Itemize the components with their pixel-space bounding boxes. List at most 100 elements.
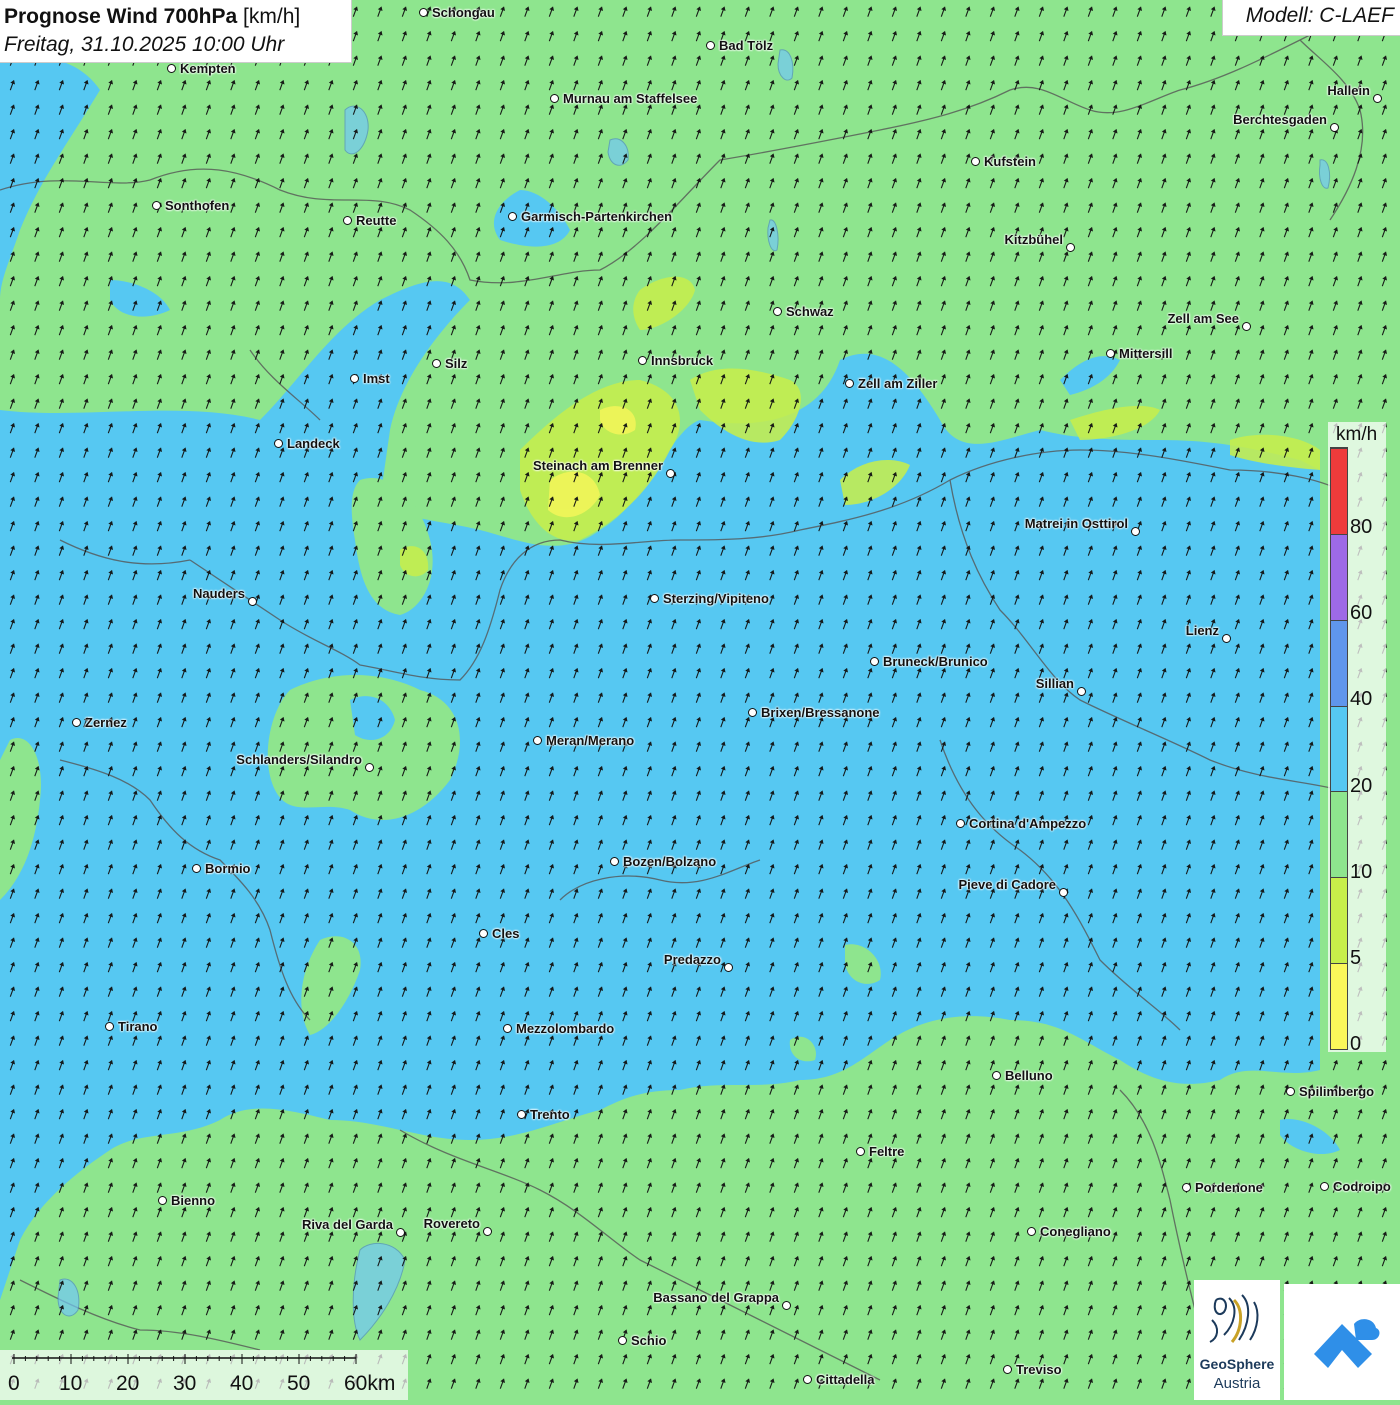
- city-label: Tirano: [118, 1019, 158, 1034]
- city-marker: [650, 594, 659, 603]
- city-label: Schongau: [432, 5, 495, 20]
- city-marker: [803, 1375, 812, 1384]
- city-label: Reutte: [356, 213, 397, 228]
- city-marker: [1222, 634, 1231, 643]
- city-marker: [1330, 123, 1339, 132]
- city-label: Rovereto: [423, 1216, 480, 1231]
- city-label: Spilimbergo: [1299, 1084, 1375, 1099]
- scale-label: 10: [59, 1372, 83, 1395]
- logo-line-2: Austria: [1213, 1375, 1261, 1392]
- city-marker: [1242, 322, 1251, 331]
- city-label: Steinach am Brenner: [532, 458, 663, 473]
- city-label: Cortina d'Ampezzo: [969, 816, 1087, 831]
- city-label: Imst: [363, 371, 390, 386]
- city-label: Mezzolombardo: [516, 1021, 615, 1036]
- city-label: Hallein: [1327, 83, 1370, 98]
- city-label: Pieve di Cadore: [958, 877, 1056, 892]
- city-marker: [1077, 687, 1086, 696]
- city-marker: [72, 718, 81, 727]
- city-marker: [1286, 1087, 1295, 1096]
- city-marker: [350, 374, 359, 383]
- city-marker: [533, 736, 542, 745]
- city-marker: [1373, 94, 1382, 103]
- city-label: Schlanders/Silandro: [236, 752, 362, 767]
- scale-label: 0: [8, 1372, 20, 1395]
- legend-swatch: [1331, 791, 1347, 878]
- legend-swatch: [1331, 963, 1347, 1049]
- title-unit: [km/h]: [243, 5, 301, 28]
- city-marker: [396, 1228, 405, 1237]
- legend-swatch: [1331, 705, 1347, 792]
- city-marker: [503, 1024, 512, 1033]
- city-label: Garmisch-Partenkirchen: [521, 209, 673, 224]
- city-label: Trento: [530, 1107, 570, 1122]
- city-marker: [508, 212, 517, 221]
- city-label: Feltre: [869, 1144, 905, 1159]
- city-label: Bozen/Bolzano: [623, 854, 717, 869]
- city-marker: [1059, 888, 1068, 897]
- city-label: Meran/Merano: [546, 733, 635, 748]
- city-label: Lienz: [1185, 623, 1219, 638]
- city-marker: [956, 819, 965, 828]
- city-label: Berchtesgaden: [1233, 112, 1327, 127]
- city-label: Riva del Garda: [301, 1217, 393, 1232]
- legend-tick-label: 0: [1350, 1033, 1362, 1055]
- city-marker: [550, 94, 559, 103]
- city-label: Kempten: [180, 61, 236, 76]
- title-box: Prognose Wind 700hPa [km/h] Freitag, 31.…: [0, 0, 352, 63]
- city-label: Bad Tölz: [719, 38, 774, 53]
- city-marker: [192, 864, 201, 873]
- city-marker: [1066, 243, 1075, 252]
- city-label: Cles: [492, 926, 520, 941]
- scale-bar: 0 10 20 30 40 50 60km: [0, 1350, 408, 1400]
- city-marker: [365, 763, 374, 772]
- scale-label: 60km: [344, 1372, 396, 1395]
- city-marker: [248, 597, 257, 606]
- geosphere-logo-icon: [1209, 1294, 1259, 1343]
- city-label: Zernez: [85, 715, 127, 730]
- city-label: Predazzo: [663, 952, 721, 967]
- scale-ruler: [12, 1354, 357, 1364]
- scale-label: 20: [116, 1372, 140, 1395]
- city-marker: [1182, 1183, 1191, 1192]
- city-label: Treviso: [1016, 1362, 1062, 1377]
- weather-app-logo: [1284, 1284, 1400, 1400]
- city-label: Cittadella: [816, 1372, 875, 1387]
- city-label: Landeck: [287, 436, 340, 451]
- city-label: Silz: [445, 356, 468, 371]
- forecast-datetime: Freitag, 31.10.2025 10:00 Uhr: [4, 33, 285, 56]
- city-label: Sillian: [1035, 676, 1074, 691]
- legend-tick-label: 5: [1350, 946, 1362, 969]
- city-marker: [845, 379, 854, 388]
- city-marker: [666, 469, 675, 478]
- logo-line-1: GeoSphere: [1199, 1356, 1275, 1372]
- city-label: Brixen/Bressanone: [761, 705, 880, 720]
- city-marker: [782, 1301, 791, 1310]
- legend-tick-label: 60: [1350, 602, 1373, 625]
- city-marker: [748, 708, 757, 717]
- city-label: Pordenone: [1195, 1180, 1263, 1195]
- city-marker: [706, 41, 715, 50]
- city-marker: [992, 1071, 1001, 1080]
- scale-label: 40: [230, 1372, 254, 1395]
- city-marker: [105, 1022, 114, 1031]
- city-label: Matrei in Osttirol: [1024, 516, 1128, 531]
- city-label: Sterzing/Vipiteno: [663, 591, 769, 606]
- legend-tick-label: 40: [1350, 688, 1373, 711]
- city-marker: [1003, 1365, 1012, 1374]
- city-marker: [870, 657, 879, 666]
- city-marker: [856, 1147, 865, 1156]
- city-label: Kufstein: [984, 154, 1036, 169]
- city-marker: [1106, 349, 1115, 358]
- city-marker: [432, 359, 441, 368]
- model-label: Modell: C-LAEF: [1222, 0, 1400, 36]
- city-marker: [479, 929, 488, 938]
- city-marker: [1320, 1182, 1329, 1191]
- color-legend: km/h 0 5 10 20 40 60 80: [1328, 422, 1386, 1055]
- city-label: Zell am Ziller: [858, 376, 938, 391]
- scale-label: 30: [173, 1372, 197, 1395]
- city-marker: [638, 356, 647, 365]
- legend-swatch: [1331, 533, 1347, 620]
- city-label: Zell am See: [1167, 311, 1239, 326]
- weather-app-icon: [1314, 1319, 1380, 1368]
